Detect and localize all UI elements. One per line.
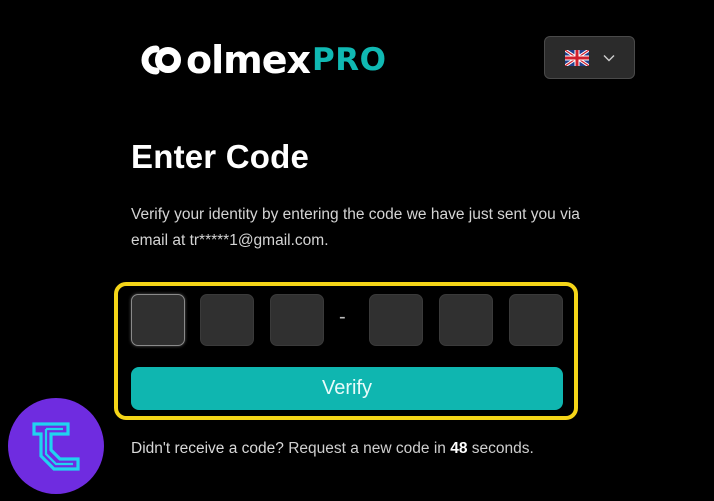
code-digit-5[interactable] [439,294,493,346]
resend-prefix: Request a new code in [288,440,446,457]
chevron-down-icon [603,54,614,61]
code-separator: - [339,306,346,328]
code-digit-6[interactable] [509,294,563,346]
brand-wordmark: olmex [186,38,311,82]
page-subtitle: Verify your identity by entering the cod… [131,206,580,249]
code-digit-2[interactable] [200,294,254,346]
uk-flag-icon [564,49,589,66]
brand-pro-label: PRO [312,42,387,78]
code-digit-1[interactable] [131,294,185,346]
watermark-badge [8,398,104,494]
colmex-c-logo-icon [134,42,186,78]
resend-suffix: seconds. [471,440,534,457]
tc-logo-icon [32,422,80,471]
code-digit-4[interactable] [369,294,423,346]
brand-logo: olmex PRO [134,37,386,83]
code-digit-3[interactable] [270,294,324,346]
resend-message: Didn't receive a code? Request a new cod… [131,440,534,458]
language-selector[interactable] [544,36,635,79]
resend-seconds: 48 [450,440,468,457]
page-title: Enter Code [131,138,310,175]
verify-button[interactable]: Verify [131,367,563,410]
resend-question: Didn't receive a code? [131,440,284,457]
